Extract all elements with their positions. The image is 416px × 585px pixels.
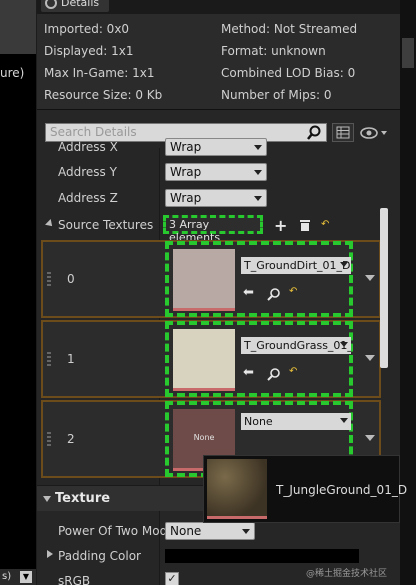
- asset-tooltip: T_JungleGround_01_D: [203, 455, 407, 523]
- texture-section-title: Texture: [55, 491, 111, 506]
- chevron-down-icon[interactable]: ▼: [20, 571, 32, 583]
- use-selected-arrow-icon[interactable]: ⬅: [243, 365, 254, 380]
- tooltip-thumbnail: [207, 459, 267, 519]
- source-textures-label: Source Textures: [58, 218, 154, 232]
- chevron-down-icon: [340, 342, 348, 347]
- texture-info: Imported: 0x0 Method: Not Streamed Displ…: [37, 14, 400, 110]
- element-index: 2: [67, 432, 75, 446]
- array-elements-count: 3 Array elements: [163, 215, 263, 244]
- collapse-arrow-icon[interactable]: [45, 219, 55, 229]
- displayed-text: Displayed: 1x1: [44, 44, 134, 58]
- tab-details[interactable]: Details: [41, 0, 110, 12]
- array-element-1: 1 T_GroundGrass_01_ ⬅ ↶: [41, 320, 381, 398]
- texture-thumbnail[interactable]: [173, 249, 235, 311]
- add-element-icon[interactable]: +: [274, 216, 287, 235]
- padding-color-swatch[interactable]: [165, 549, 359, 563]
- viewport-tab[interactable]: [0, 0, 36, 54]
- texture-dropdown[interactable]: T_GroundDirt_01_D: [241, 257, 351, 274]
- chevron-down-icon[interactable]: [365, 355, 375, 361]
- viewport-label: ure): [0, 66, 25, 80]
- address-y-label: Address Y: [58, 165, 117, 179]
- power-of-two-value: None: [170, 524, 202, 538]
- drag-handle-icon[interactable]: [47, 432, 51, 446]
- address-x-label: Address X: [58, 140, 118, 154]
- drag-handle-icon[interactable]: [47, 272, 51, 286]
- chevron-down-icon: [254, 170, 262, 175]
- address-z-value: Wrap: [170, 191, 202, 205]
- browse-search-icon[interactable]: [267, 287, 281, 301]
- address-z-label: Address Z: [58, 191, 118, 205]
- max-in-game-text: Max In-Game: 1x1: [44, 66, 155, 80]
- resource-size-text: Resource Size: 0 Kb: [44, 88, 163, 102]
- address-y-dropdown[interactable]: Wrap: [165, 163, 267, 181]
- browse-search-icon[interactable]: [267, 367, 281, 381]
- thumbnail-bar: [207, 516, 267, 519]
- element-index: 0: [67, 272, 75, 286]
- srgb-checkbox[interactable]: ✓: [165, 572, 179, 585]
- tooltip-asset-name: T_JungleGround_01_D: [276, 483, 408, 497]
- srgb-label: sRGB: [58, 574, 91, 585]
- texture-name: T_GroundGrass_01_: [244, 339, 351, 352]
- right-strip: [400, 0, 416, 585]
- num-mips-text: Number of Mips: 0: [221, 88, 332, 102]
- imported-text: Imported: 0x0: [44, 22, 130, 36]
- collapse-arrow-icon: [43, 496, 51, 502]
- chevron-down-icon: [254, 196, 262, 201]
- editor-window: ure) s) ▼ Details Imported: 0x0 Method: …: [0, 0, 416, 585]
- power-of-two-label: Power Of Two Mode: [58, 524, 175, 538]
- texture-thumbnail[interactable]: [173, 329, 235, 391]
- reset-icon[interactable]: ↶: [289, 366, 297, 377]
- property-matrix-button[interactable]: [332, 123, 354, 142]
- thumbnail-bar: [173, 308, 235, 311]
- texture-name: None: [244, 415, 273, 428]
- format-text: Format: unknown: [221, 44, 326, 58]
- texture-picker[interactable]: T_GroundGrass_01_ ⬅ ↶: [165, 321, 353, 397]
- texture-name: T_GroundDirt_01_D: [244, 259, 351, 272]
- drag-handle-icon[interactable]: [47, 352, 51, 366]
- use-selected-arrow-icon[interactable]: ⬅: [243, 285, 254, 300]
- details-tab-label: Details: [61, 0, 100, 9]
- reset-icon[interactable]: ↶: [289, 286, 297, 297]
- array-element-0: 0 T_GroundDirt_01_D ⬅ ↶: [41, 240, 381, 318]
- address-y-value: Wrap: [170, 165, 202, 179]
- method-text: Method: Not Streamed: [221, 22, 358, 36]
- thumbnail-bar: [173, 388, 235, 391]
- address-x-dropdown[interactable]: Wrap: [165, 138, 267, 156]
- side-tab-button[interactable]: [402, 38, 414, 68]
- thumbnail-none-text: None: [193, 433, 215, 442]
- address-x-value: Wrap: [170, 140, 202, 154]
- chevron-down-icon[interactable]: [365, 275, 375, 281]
- eye-icon[interactable]: [359, 125, 389, 141]
- trash-icon[interactable]: [299, 219, 311, 232]
- chevron-down-icon: [340, 418, 348, 423]
- texture-dropdown[interactable]: T_GroundGrass_01_: [241, 337, 351, 354]
- details-tab-header: Details: [37, 0, 400, 14]
- chevron-down-icon: [340, 262, 348, 267]
- details-icon: [45, 0, 57, 9]
- address-z-dropdown[interactable]: Wrap: [165, 189, 267, 207]
- search-icon[interactable]: [306, 125, 322, 141]
- texture-dropdown[interactable]: None: [241, 413, 351, 430]
- viewport-strip: ure) s) ▼: [0, 0, 36, 585]
- chevron-down-icon: [242, 529, 250, 534]
- watermark: @稀土掘金技术社区: [306, 569, 388, 579]
- texture-picker[interactable]: T_GroundDirt_01_D ⬅ ↶: [165, 241, 353, 317]
- power-of-two-dropdown[interactable]: None: [165, 522, 255, 540]
- grid-icon: [336, 126, 350, 139]
- expand-arrow-icon[interactable]: [47, 550, 53, 558]
- padding-color-label: Padding Color: [58, 549, 141, 563]
- chevron-down-icon: [254, 145, 262, 150]
- chevron-down-icon[interactable]: [365, 435, 375, 441]
- combined-lod-bias-text: Combined LOD Bias: 0: [221, 66, 356, 80]
- reset-icon[interactable]: ↶: [321, 219, 329, 230]
- element-index: 1: [67, 352, 75, 366]
- scrollbar-thumb[interactable]: [380, 208, 388, 368]
